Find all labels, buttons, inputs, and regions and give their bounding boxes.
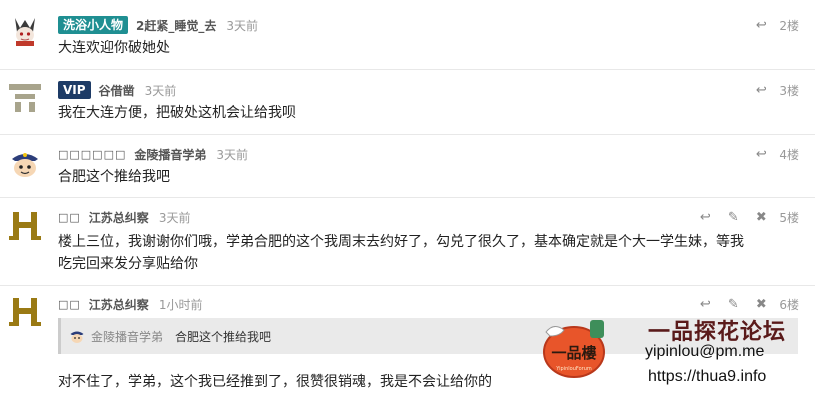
vip-badge: VIP <box>58 81 91 99</box>
reply-post: □□□□□□ 金陵播音学弟 3天前 ↩ 4楼 合肥这个推给我吧 <box>0 135 815 198</box>
post-time: 3天前 <box>226 18 259 33</box>
delete-icon[interactable]: ✖ <box>747 210 775 225</box>
quote-username[interactable]: 金陵播音学弟 <box>91 328 163 345</box>
reply-icon[interactable]: ↩ <box>747 147 775 162</box>
username-link[interactable]: 2赶紧_睡觉_去 <box>136 17 216 34</box>
floor-number[interactable]: 3楼 <box>779 82 799 99</box>
post-time: 3天前 <box>144 83 177 98</box>
logo-text: 一品樓 <box>551 344 596 362</box>
reply-post: VIP 谷借凿 3天前 ↩ 3楼 我在大连方便，把破处这机会让给我呗 <box>0 70 815 135</box>
user-title-badge: □□ <box>58 210 81 224</box>
post-content: 对不住了，学弟，这个我已经推到了，很赞很销魂，我是不会让给你的 <box>58 374 492 390</box>
avatar[interactable] <box>9 14 41 46</box>
user-title-badge: □□□□□□ <box>58 147 127 161</box>
post-time: 3天前 <box>216 147 249 162</box>
avatar[interactable] <box>9 147 41 179</box>
logo-subtext: YipinlouForum <box>555 366 592 372</box>
avatar[interactable] <box>9 82 41 114</box>
user-title-badge: □□ <box>58 297 81 311</box>
post-time: 3天前 <box>158 210 191 225</box>
reply-post: 洗浴小人物 2赶紧_睡觉_去 3天前 ↩ 2楼 大连欢迎你破她处 <box>0 0 815 70</box>
post-content: 我在大连方便，把破处这机会让给我呗 <box>58 105 296 121</box>
post-time: 1小时前 <box>158 297 203 312</box>
delete-icon[interactable]: ✖ <box>747 297 775 312</box>
watermark-email: yipinlou@pm.me <box>645 343 765 360</box>
post-content: 大连欢迎你破她处 <box>58 40 170 56</box>
reply-post: □□ 江苏总纠察 3天前 ↩ ✎ ✖ 5楼 楼上三位，我谢谢你们哦，学弟合肥的这… <box>0 198 815 286</box>
post-content: 合肥这个推给我吧 <box>58 169 170 185</box>
edit-icon[interactable]: ✎ <box>719 210 747 225</box>
floor-number[interactable]: 2楼 <box>779 17 799 34</box>
username-link[interactable]: 金陵播音学弟 <box>134 146 206 163</box>
post-content-line: 吃完回来发分享贴给你 <box>58 256 198 272</box>
watermark-title: 一品探花论坛 <box>648 320 787 345</box>
watermark-logo: 一品樓 YipinlouForum <box>543 320 605 378</box>
avatar[interactable] <box>9 210 41 242</box>
quote-text: 合肥这个推给我吧 <box>175 329 272 344</box>
reply-icon[interactable]: ↩ <box>747 83 775 98</box>
username-link[interactable]: 江苏总纠察 <box>89 296 149 313</box>
quote-avatar <box>70 331 84 343</box>
reply-icon[interactable]: ↩ <box>747 18 775 33</box>
username-link[interactable]: 谷借凿 <box>99 82 135 99</box>
user-title-badge: 洗浴小人物 <box>58 16 129 34</box>
avatar[interactable] <box>9 296 41 328</box>
edit-icon[interactable]: ✎ <box>719 297 747 312</box>
watermark-url: https://thua9.info <box>648 368 767 385</box>
floor-number[interactable]: 4楼 <box>779 146 799 163</box>
floor-number[interactable]: 6楼 <box>779 296 799 313</box>
reply-icon[interactable]: ↩ <box>691 297 719 312</box>
post-content-line: 楼上三位，我谢谢你们哦，学弟合肥的这个我周末去约好了，勾兑了很久了，基本确定就是… <box>58 234 744 250</box>
reply-icon[interactable]: ↩ <box>691 210 719 225</box>
floor-number[interactable]: 5楼 <box>779 209 799 226</box>
username-link[interactable]: 江苏总纠察 <box>89 209 149 226</box>
